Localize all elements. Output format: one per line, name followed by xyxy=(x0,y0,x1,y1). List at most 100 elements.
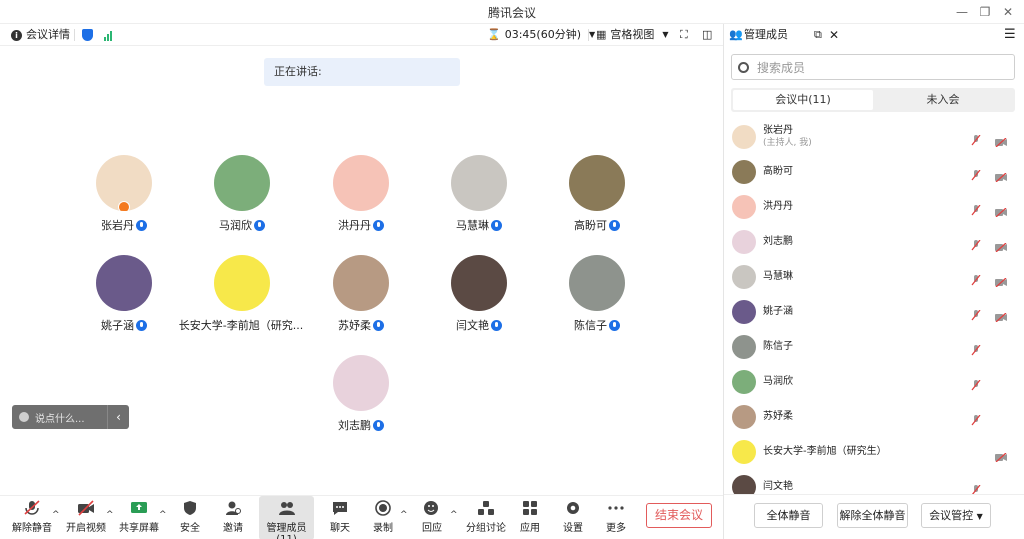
mic-off-icon[interactable] xyxy=(971,341,981,356)
member-row[interactable]: 洪丹丹 xyxy=(724,189,1024,224)
menu-icon[interactable]: ☰ xyxy=(1004,24,1016,46)
react-options-caret[interactable]: ^ xyxy=(450,510,458,520)
member-search-input[interactable]: 搜索成员 xyxy=(731,54,1015,80)
participant-tile[interactable]: 苏妤柔 xyxy=(301,255,421,333)
member-name: 洪丹丹 xyxy=(763,201,793,213)
react-button[interactable]: 回应 xyxy=(414,496,450,539)
camera-off-icon[interactable] xyxy=(995,237,1007,253)
member-row[interactable]: 刘志鹏 xyxy=(724,224,1024,259)
member-row[interactable]: 姚子涵 xyxy=(724,294,1024,329)
member-row[interactable]: 长安大学-李前旭（研究生） xyxy=(724,434,1024,469)
participant-tile[interactable]: 张岩丹 xyxy=(64,155,184,233)
participant-tile[interactable]: 洪丹丹 xyxy=(301,155,421,233)
member-row[interactable]: 苏妤柔 xyxy=(724,399,1024,434)
member-row[interactable]: 马润欣 xyxy=(724,364,1024,399)
mic-muted-icon xyxy=(373,219,384,231)
meeting-info-button[interactable]: i 会议详情 xyxy=(11,24,70,46)
meeting-control-button[interactable]: 会议管控 ▼ xyxy=(921,503,991,528)
chevron-left-icon[interactable]: ‹ xyxy=(107,405,129,429)
chat-button[interactable]: 聊天 xyxy=(322,496,358,539)
meeting-timer[interactable]: ⌛ 03:45(60分钟) ▼ xyxy=(487,24,595,46)
participant-tile[interactable]: 高盼可 xyxy=(537,155,657,233)
minimize-button[interactable]: — xyxy=(952,2,972,22)
mic-off-icon[interactable] xyxy=(971,306,981,321)
invite-button[interactable]: 邀请 xyxy=(215,496,251,539)
participant-tile[interactable]: 陈信子 xyxy=(537,255,657,333)
member-row[interactable]: 陈信子 xyxy=(724,329,1024,364)
camera-off-icon xyxy=(77,500,95,516)
participant-tile[interactable]: 马润欣 xyxy=(182,155,302,233)
participant-name: 洪丹丹 xyxy=(301,217,421,233)
security-status-button[interactable] xyxy=(82,24,93,46)
mic-off-icon[interactable] xyxy=(971,166,981,181)
avatar xyxy=(732,474,756,494)
audio-options-caret[interactable]: ^ xyxy=(52,510,60,520)
maximize-button[interactable]: ❐ xyxy=(975,2,995,22)
member-name-text: 姚子涵 xyxy=(763,305,793,317)
participant-tile[interactable]: 刘志鹏 xyxy=(301,355,421,433)
mic-off-icon[interactable] xyxy=(971,201,981,216)
security-button[interactable]: 安全 xyxy=(172,496,208,539)
network-signal[interactable] xyxy=(104,24,112,46)
apps-button[interactable]: 应用 xyxy=(512,496,548,539)
mute-all-button[interactable]: 全体静音 xyxy=(754,503,823,528)
unmute-all-button[interactable]: 解除全体静音 xyxy=(837,503,908,528)
camera-off-icon[interactable] xyxy=(995,307,1007,323)
members-panel-footer: 全体静音 解除全体静音 会议管控 ▼ xyxy=(724,494,1024,539)
camera-off-icon[interactable] xyxy=(995,447,1007,463)
mic-off-icon[interactable] xyxy=(971,481,981,494)
close-icon[interactable]: ✕ xyxy=(829,24,839,46)
member-tabs: 会议中(11) 未入会 xyxy=(731,88,1015,112)
mic-off-icon[interactable] xyxy=(971,411,981,426)
breakout-rooms-button[interactable]: 分组讨论 xyxy=(464,496,508,539)
tab-not-joined[interactable]: 未入会 xyxy=(873,90,1013,110)
view-mode-selector[interactable]: ▦ 宫格视图 ▼ xyxy=(596,24,669,46)
record-options-caret[interactable]: ^ xyxy=(400,510,408,520)
member-row[interactable]: 张岩丹 (主持人, 我) xyxy=(724,119,1024,154)
manage-members-button[interactable]: 管理成员(11) xyxy=(259,496,314,539)
participant-name: 刘志鹏 xyxy=(301,417,421,433)
avatar xyxy=(732,369,756,394)
mic-off-icon[interactable] xyxy=(971,271,981,286)
meeting-control-label: 会议管控 xyxy=(929,509,974,522)
share-options-caret[interactable]: ^ xyxy=(159,510,167,520)
popout-icon[interactable]: ⧉ xyxy=(814,24,822,46)
camera-off-icon[interactable] xyxy=(995,272,1007,288)
member-row[interactable]: 闫文艳 xyxy=(724,469,1024,494)
participant-name-text: 高盼可 xyxy=(574,219,607,232)
member-row[interactable]: 马慧琳 xyxy=(724,259,1024,294)
participant-tile[interactable]: 姚子涵 xyxy=(64,255,184,333)
tab-in-meeting[interactable]: 会议中(11) xyxy=(733,90,873,110)
reaction-icon xyxy=(423,500,441,516)
settings-button[interactable]: 设置 xyxy=(555,496,591,539)
mic-off-icon[interactable] xyxy=(971,376,981,391)
chat-input[interactable]: 说点什么... ‹ xyxy=(12,405,129,429)
participant-name-text: 马慧琳 xyxy=(456,219,489,232)
participant-tile[interactable]: 闫文艳 xyxy=(419,255,539,333)
camera-off-icon[interactable] xyxy=(995,167,1007,183)
gear-icon xyxy=(564,500,582,516)
speaking-indicator: 正在讲话: xyxy=(264,58,460,86)
emoji-icon[interactable] xyxy=(19,412,29,422)
unmute-button[interactable]: 解除静音 xyxy=(10,496,54,539)
participant-tile[interactable]: 长安大学-李前旭（研究... xyxy=(179,255,313,333)
end-meeting-button[interactable]: 结束会议 xyxy=(646,503,712,528)
more-button[interactable]: 更多 xyxy=(598,496,634,539)
avatar xyxy=(732,229,756,254)
participant-tile[interactable]: 马慧琳 xyxy=(419,155,539,233)
member-row[interactable]: 高盼可 xyxy=(724,154,1024,189)
layout-toggle-button[interactable]: ◫ xyxy=(702,24,712,46)
video-options-caret[interactable]: ^ xyxy=(106,510,114,520)
grid-icon: ▦ xyxy=(596,28,607,41)
mic-off-icon[interactable] xyxy=(971,236,981,251)
shield-icon xyxy=(181,500,199,516)
share-screen-button[interactable]: 共享屏幕 xyxy=(117,496,161,539)
record-button[interactable]: 录制 xyxy=(365,496,401,539)
breakout-icon xyxy=(477,500,495,516)
fullscreen-button[interactable]: ⛶ xyxy=(680,24,688,46)
mic-off-icon[interactable] xyxy=(971,131,981,146)
close-window-button[interactable]: ✕ xyxy=(998,2,1018,22)
camera-off-icon[interactable] xyxy=(995,202,1007,218)
start-video-button[interactable]: 开启视频 xyxy=(64,496,108,539)
camera-off-icon[interactable] xyxy=(995,132,1007,148)
